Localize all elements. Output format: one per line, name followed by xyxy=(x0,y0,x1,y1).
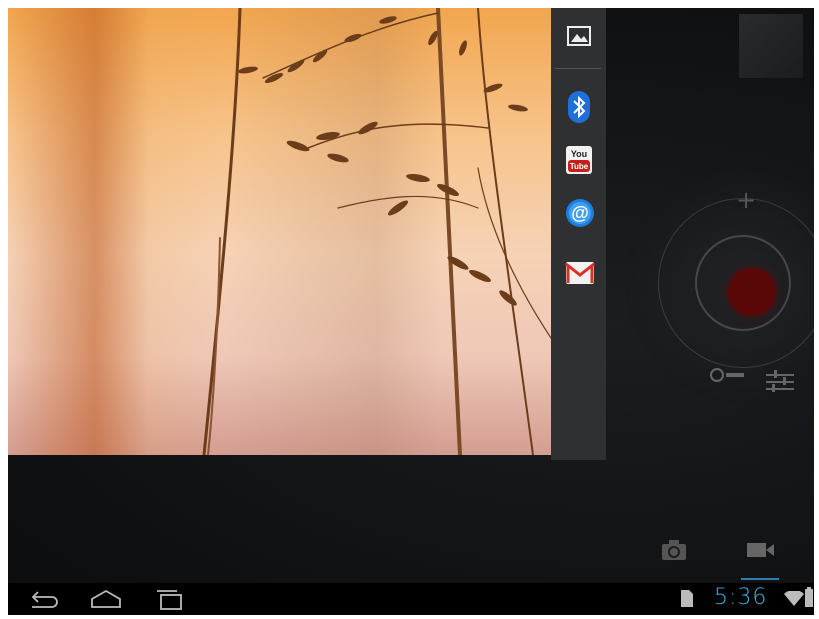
last-capture-thumbnail[interactable] xyxy=(739,14,803,78)
zoom-in-button[interactable]: + xyxy=(734,188,758,212)
email-icon: @ xyxy=(566,199,594,227)
home-button[interactable] xyxy=(88,587,124,611)
battery-icon xyxy=(805,587,813,607)
recent-apps-button[interactable] xyxy=(152,587,188,611)
gmail-icon xyxy=(565,262,595,284)
zoom-ring-icon xyxy=(710,368,724,382)
sd-card-icon xyxy=(681,590,693,607)
share-sidebar: You Tube @ xyxy=(551,8,606,460)
record-button[interactable] xyxy=(728,268,776,316)
svg-text:Tube: Tube xyxy=(570,162,589,171)
back-icon xyxy=(31,591,58,608)
share-item-gallery[interactable] xyxy=(565,22,593,50)
wifi-icon xyxy=(784,591,804,606)
youtube-icon: You Tube xyxy=(566,146,592,174)
camera-settings-button[interactable] xyxy=(766,370,794,394)
svg-text:You: You xyxy=(571,149,587,159)
zoom-out-button[interactable] xyxy=(710,368,744,382)
back-button[interactable] xyxy=(24,587,60,611)
share-item-gmail[interactable] xyxy=(565,256,595,284)
video-camera-icon xyxy=(747,543,774,557)
minus-icon xyxy=(726,373,744,377)
camera-icon xyxy=(662,540,686,560)
device-screen: + You Tube @ 5:36 xyxy=(8,8,814,615)
home-icon xyxy=(91,589,121,608)
recent-apps-icon xyxy=(157,590,182,610)
share-item-youtube[interactable]: You Tube xyxy=(565,145,593,174)
share-divider xyxy=(555,68,601,69)
share-item-bluetooth[interactable] xyxy=(565,90,593,123)
share-item-email[interactable]: @ xyxy=(565,198,594,227)
system-navigation-bar: 5:36 xyxy=(8,583,814,615)
captured-image-preview[interactable] xyxy=(8,8,551,455)
grass-silhouette-image xyxy=(202,8,551,455)
bluetooth-icon xyxy=(568,91,590,123)
svg-text:@: @ xyxy=(571,203,589,223)
camera-mode-button[interactable] xyxy=(661,539,687,561)
mode-indicator xyxy=(741,578,779,580)
video-mode-button[interactable] xyxy=(746,539,776,561)
gallery-icon xyxy=(567,26,591,46)
status-clock: 5:36 xyxy=(714,585,768,610)
